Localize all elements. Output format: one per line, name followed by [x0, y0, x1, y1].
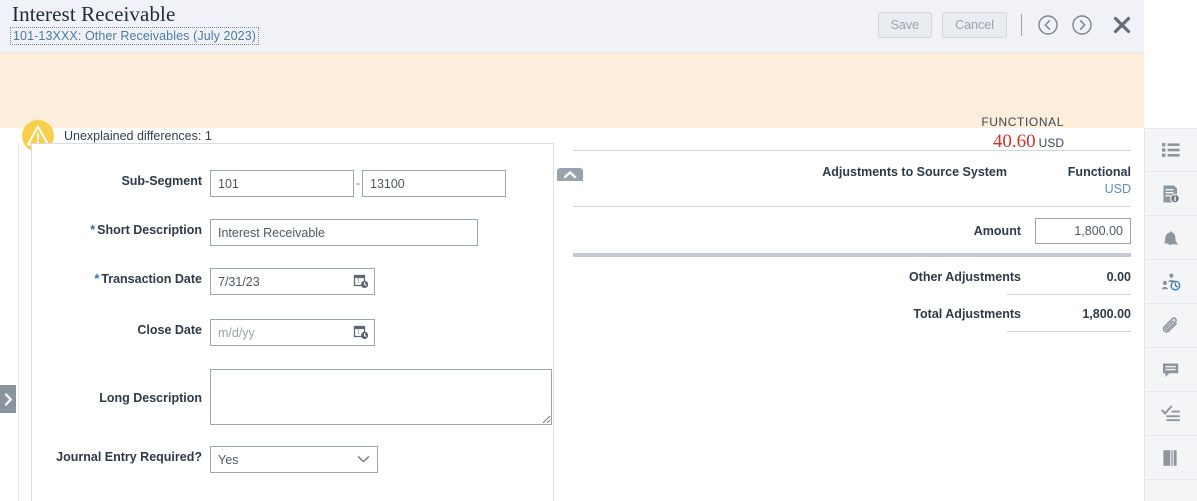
adjustments-header: Adjustments to Source System Functional … [573, 151, 1131, 206]
value-other-adjustments: 0.00 [1035, 270, 1131, 284]
label-total-adjustments: Total Adjustments [913, 307, 1021, 321]
adjustments-panel: Adjustments to Source System Functional … [573, 150, 1131, 332]
label-sub-segment: Sub-Segment [32, 170, 210, 189]
header-actions: Save Cancel [878, 12, 1134, 38]
sub-segment-separator: - [356, 170, 360, 197]
svg-text:1: 1 [357, 279, 360, 285]
adjustments-section-title: Adjustments to Source System [822, 165, 1007, 179]
form-row-long-description: Long Description [32, 369, 555, 425]
comment-icon [1160, 359, 1182, 381]
circle-left-arrow-icon [1037, 14, 1059, 36]
value-total-adjustments: 1,800.00 [1035, 307, 1131, 321]
rail-item-attachments[interactable] [1145, 304, 1197, 348]
functional-summary: FUNCTIONAL 40.60USD [981, 115, 1064, 153]
warning-message: Unexplained differences: 1 [64, 129, 212, 143]
calendar-clock-icon[interactable]: 1 [353, 324, 369, 340]
transaction-form: Sub-Segment - *Short Description *Transa… [31, 143, 554, 501]
rail-item-workflow[interactable] [1145, 260, 1197, 304]
page-title: Interest Receivable [12, 2, 257, 26]
sub-segment-input-2[interactable] [362, 170, 506, 197]
previous-record-button[interactable] [1036, 13, 1060, 37]
rail-item-history[interactable] [1145, 436, 1197, 480]
next-record-button[interactable] [1070, 13, 1094, 37]
books-history-icon [1160, 447, 1182, 469]
journal-entry-required-select[interactable] [210, 446, 378, 473]
label-transaction-date: *Transaction Date [32, 268, 210, 287]
functional-amount-value: 40.60 [993, 131, 1036, 152]
calendar-clock-icon[interactable]: 1 [353, 273, 369, 289]
bell-alert-icon [1160, 227, 1182, 249]
label-journal-entry-required: Journal Entry Required? [32, 446, 210, 465]
column-header-functional: Functional [1007, 165, 1131, 179]
row-amount: Amount [573, 207, 1131, 253]
transaction-detail-screen: Interest Receivable 101-13XXX: Other Rec… [0, 0, 1197, 501]
label-other-adjustments: Other Adjustments [909, 270, 1021, 284]
form-row-journal-entry-required: Journal Entry Required? [32, 446, 555, 473]
functional-currency: USD [1039, 136, 1064, 150]
rail-item-tasks[interactable] [1145, 392, 1197, 436]
breadcrumb-link[interactable]: 101-13XXX: Other Receivables (July 2023) [12, 29, 257, 43]
row-other-adjustments: Other Adjustments 0.00 [573, 257, 1131, 294]
form-row-short-description: *Short Description [32, 219, 555, 246]
left-panel-expander[interactable] [0, 385, 16, 413]
rail-item-details[interactable] [1145, 172, 1197, 216]
close-icon [1111, 14, 1133, 36]
warning-banner: Unexplained differences: 1 FUNCTIONAL 40… [0, 53, 1144, 128]
long-description-textarea[interactable] [210, 369, 552, 425]
svg-text:1: 1 [357, 330, 360, 336]
required-asterisk: * [94, 272, 99, 286]
paperclip-attachment-icon [1160, 315, 1182, 337]
document-info-icon [1160, 183, 1182, 205]
chevron-right-icon [4, 393, 13, 406]
transaction-date-input[interactable] [210, 268, 375, 295]
amount-input[interactable] [1035, 218, 1131, 244]
transaction-date-wrap: 1 [210, 268, 375, 295]
toolbar-divider [1021, 14, 1022, 36]
total-adjustments-underline [1007, 331, 1131, 332]
adjustments-column-header: Functional USD [1007, 165, 1131, 196]
rail-item-alerts[interactable] [1145, 216, 1197, 260]
sub-segment-input-1[interactable] [210, 170, 354, 197]
list-properties-icon [1160, 139, 1182, 161]
circle-right-arrow-icon [1071, 14, 1093, 36]
side-tool-rail [1144, 128, 1197, 501]
column-header-currency: USD [1007, 182, 1131, 196]
label-short-description: *Short Description [32, 219, 210, 238]
title-block: Interest Receivable 101-13XXX: Other Rec… [12, 2, 257, 45]
row-total-adjustments: Total Adjustments 1,800.00 [573, 295, 1131, 331]
label-amount: Amount [974, 224, 1021, 238]
form-row-close-date: Close Date 1 [32, 319, 555, 346]
required-asterisk: * [90, 223, 95, 237]
close-date-input[interactable] [210, 319, 375, 346]
close-button[interactable] [1110, 13, 1134, 37]
cancel-button[interactable]: Cancel [942, 12, 1007, 38]
short-description-input[interactable] [210, 219, 478, 246]
rail-item-properties[interactable] [1145, 128, 1197, 172]
close-date-wrap: 1 [210, 319, 375, 346]
functional-label: FUNCTIONAL [981, 115, 1064, 129]
save-button[interactable]: Save [878, 12, 933, 38]
journal-entry-select-wrap [210, 446, 378, 473]
left-rail-divider [18, 143, 19, 501]
users-workflow-icon [1160, 271, 1182, 293]
form-row-transaction-date: *Transaction Date 1 [32, 268, 555, 295]
form-row-sub-segment: Sub-Segment - [32, 170, 555, 197]
label-close-date: Close Date [32, 319, 210, 338]
rail-item-comments[interactable] [1145, 348, 1197, 392]
checklist-icon [1160, 403, 1182, 425]
label-long-description: Long Description [32, 369, 210, 406]
page-header: Interest Receivable 101-13XXX: Other Rec… [0, 0, 1144, 53]
